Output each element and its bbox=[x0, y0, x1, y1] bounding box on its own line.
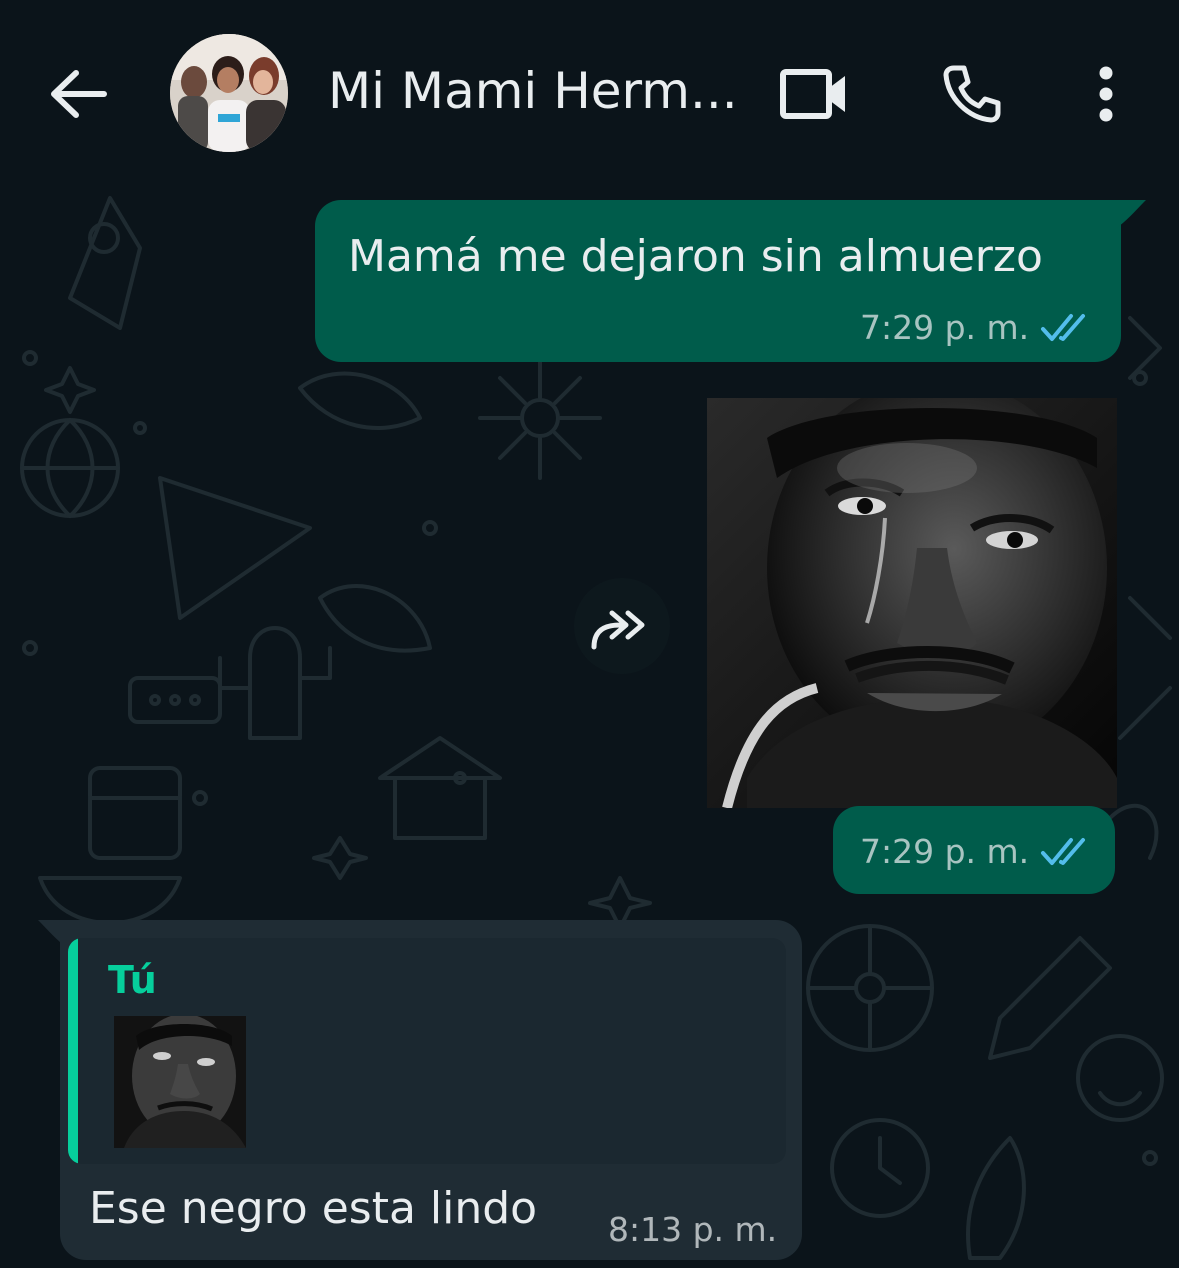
forward-button[interactable] bbox=[574, 578, 670, 674]
crying-man-thumbnail bbox=[114, 1016, 246, 1148]
crying-man-photo bbox=[707, 398, 1117, 808]
message-time: 8:13 p. m. bbox=[608, 1210, 778, 1249]
quote-accent-bar bbox=[68, 938, 78, 1164]
message-time: 7:29 p. m. bbox=[860, 308, 1030, 347]
incoming-message[interactable]: Tú Ese negro esta lindo 8:13 p. m. bbox=[60, 920, 802, 1260]
chat-header: Mi Mami Herm... bbox=[0, 0, 1179, 178]
quote-author: Tú bbox=[108, 958, 157, 1002]
phone-icon bbox=[943, 65, 1001, 123]
voice-call-button[interactable] bbox=[930, 52, 1014, 136]
quoted-message[interactable]: Tú bbox=[68, 938, 786, 1164]
avatar-photo bbox=[170, 34, 288, 152]
read-receipt-icon bbox=[1041, 838, 1085, 865]
video-call-icon bbox=[780, 69, 845, 119]
sent-image[interactable] bbox=[707, 398, 1117, 808]
read-receipt-icon bbox=[1041, 314, 1085, 341]
contact-avatar[interactable] bbox=[170, 34, 288, 152]
more-options-button[interactable] bbox=[1070, 52, 1142, 136]
outgoing-message[interactable]: Mamá me dejaron sin almuerzo 7:29 p. m. bbox=[315, 200, 1121, 362]
message-list[interactable]: Mamá me dejaron sin almuerzo 7:29 p. m. bbox=[0, 178, 1179, 1268]
video-call-button[interactable] bbox=[770, 52, 860, 136]
message-time: 7:29 p. m. bbox=[860, 832, 1030, 871]
message-text: Mamá me dejaron sin almuerzo bbox=[348, 231, 1043, 282]
image-caption-bubble[interactable]: 7:29 p. m. bbox=[833, 806, 1115, 894]
contact-name[interactable]: Mi Mami Herm... bbox=[328, 56, 748, 126]
chat-screen: Mi Mami Herm... Mamá me dejaron sin almu… bbox=[0, 0, 1179, 1268]
forward-icon bbox=[591, 610, 645, 650]
bubble-tail bbox=[1114, 200, 1146, 230]
more-vert-icon bbox=[1099, 66, 1113, 122]
message-text: Ese negro esta lindo bbox=[89, 1183, 538, 1234]
arrow-back-icon bbox=[51, 70, 107, 118]
quote-thumbnail bbox=[114, 1016, 246, 1148]
back-button[interactable] bbox=[36, 52, 120, 136]
